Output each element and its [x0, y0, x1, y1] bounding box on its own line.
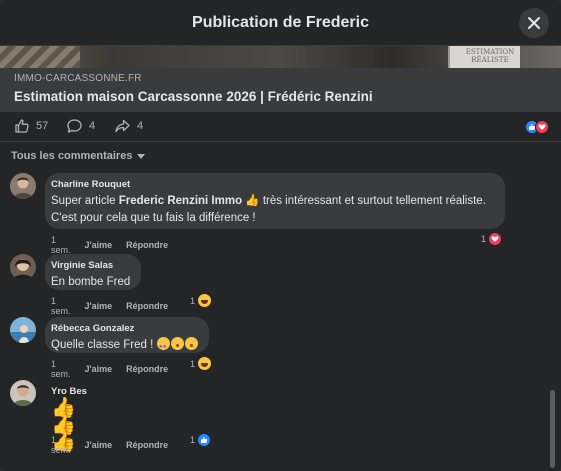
reply-link[interactable]: Répondre: [126, 364, 168, 374]
post-dialog: Publication de Frederic ESTIMATION RÉALI…: [0, 0, 561, 471]
comment-bubble-icon: [67, 119, 82, 133]
shares-count: 4: [137, 120, 144, 132]
link-preview-info[interactable]: IMMO-CARCASSONNE.FR Estimation maison Ca…: [0, 68, 561, 112]
like-link[interactable]: J'aime: [85, 240, 113, 250]
link-preview-image[interactable]: ESTIMATION RÉALISTE: [0, 46, 561, 68]
dialog-scroll-area: ESTIMATION RÉALISTE IMMO-CARCASSONNE.FR …: [0, 46, 561, 471]
love-reaction-icon: [535, 120, 549, 134]
comment-meta: 1 sem. J'aime Répondre: [51, 435, 182, 455]
comment-text-part: Quelle classe Fred !: [51, 339, 154, 351]
like-link[interactable]: J'aime: [85, 301, 113, 311]
scrollbar-thumb[interactable]: [550, 390, 555, 468]
dialog-header: Publication de Frederic: [0, 0, 561, 46]
dialog-title: Publication de Frederic: [192, 13, 369, 31]
comment-meta: 1 sem. J'aime Répondre: [51, 296, 182, 316]
comment-author[interactable]: Yro Bes: [51, 386, 95, 397]
likes-count: 57: [36, 120, 49, 132]
comment-reactions[interactable]: 1: [481, 232, 503, 246]
link-domain: IMMO-CARCASSONNE.FR: [14, 73, 142, 84]
comment-time[interactable]: 1 sem.: [51, 296, 71, 316]
star-struck-emoji-icon: [157, 337, 171, 356]
comment-text-part: 👍 très intéressant et surtout tellement …: [242, 195, 486, 207]
reaction-count: 1: [190, 358, 196, 369]
like-action[interactable]: 57: [14, 118, 48, 134]
comment-filter-label: Tous les commentaires: [11, 150, 133, 162]
close-button[interactable]: [519, 8, 549, 38]
comment-text-part: Super article: [51, 195, 119, 207]
comment-text-line2: C'est pour cela que tu fais la différenc…: [51, 212, 256, 224]
comment-text: Super article Frederic Renzini Immo 👍 tr…: [51, 193, 495, 227]
reactions-summary[interactable]: [525, 120, 549, 134]
comment-author[interactable]: Rébecca Gonzalez: [51, 323, 199, 334]
reaction-count: 1: [481, 234, 487, 244]
avatar[interactable]: [10, 173, 36, 199]
comment-reactions[interactable]: 1: [190, 433, 212, 447]
link-image-caption: ESTIMATION RÉALISTE: [465, 48, 515, 64]
like-link[interactable]: J'aime: [85, 364, 113, 374]
reply-link[interactable]: Répondre: [126, 440, 168, 450]
comment-reactions[interactable]: 1: [190, 357, 212, 370]
link-image-left: [0, 46, 80, 68]
reaction-count: 1: [190, 435, 196, 445]
post-actions-row: 57 4 4: [0, 112, 561, 142]
comment-time[interactable]: 1 sem.: [51, 235, 71, 255]
haha-reaction-icon: [198, 294, 212, 307]
mention-link[interactable]: Frederic Renzini Immo: [119, 195, 242, 207]
comment-bubble: Virginie Salas En bombe Fred: [45, 254, 141, 290]
thumbs-up-icon: [15, 119, 29, 133]
reaction-count: 1: [190, 295, 196, 306]
reply-link[interactable]: Répondre: [126, 301, 168, 311]
kissing-emoji-icon: [185, 337, 199, 350]
caret-down-icon: [137, 153, 146, 159]
link-image-card: ESTIMATION RÉALISTE: [448, 46, 520, 68]
reply-link[interactable]: Répondre: [126, 240, 168, 250]
comment-text: En bombe Fred: [51, 276, 131, 288]
comment-filter-dropdown[interactable]: Tous les commentaires: [11, 150, 146, 162]
comments-count: 4: [89, 120, 96, 132]
avatar[interactable]: [10, 254, 36, 280]
comment-bubble: Rébecca Gonzalez Quelle classe Fred !: [45, 317, 209, 356]
comment-meta: 1 sem. J'aime Répondre: [51, 359, 182, 379]
comment-bubble: Charline Rouquet Super article Frederic …: [45, 173, 505, 229]
avatar[interactable]: [10, 380, 36, 406]
comment-author[interactable]: Virginie Salas: [51, 260, 131, 271]
share-icon: [115, 119, 130, 133]
comment-reactions[interactable]: 1: [190, 294, 212, 307]
avatar[interactable]: [10, 317, 36, 343]
comment-meta: 1 sem. J'aime Répondre: [51, 235, 182, 255]
like-reaction-icon: [197, 433, 212, 447]
like-link[interactable]: J'aime: [85, 440, 113, 450]
comment-time[interactable]: 1 sem.: [51, 359, 71, 379]
haha-reaction-icon: [198, 357, 212, 370]
comment-author[interactable]: Charline Rouquet: [51, 179, 495, 190]
comment-bubble: Yro Bes 👍👍👍: [45, 380, 105, 452]
link-title[interactable]: Estimation maison Carcassonne 2026 | Fré…: [14, 89, 373, 104]
comment-action[interactable]: 4: [66, 118, 95, 134]
love-reaction-icon: [488, 232, 503, 246]
comment-text: Quelle classe Fred !: [51, 337, 199, 356]
kissing-emoji-icon: [171, 337, 185, 350]
close-icon: [528, 17, 540, 29]
share-action[interactable]: 4: [114, 118, 143, 134]
comment-time[interactable]: 1 sem.: [51, 435, 71, 455]
